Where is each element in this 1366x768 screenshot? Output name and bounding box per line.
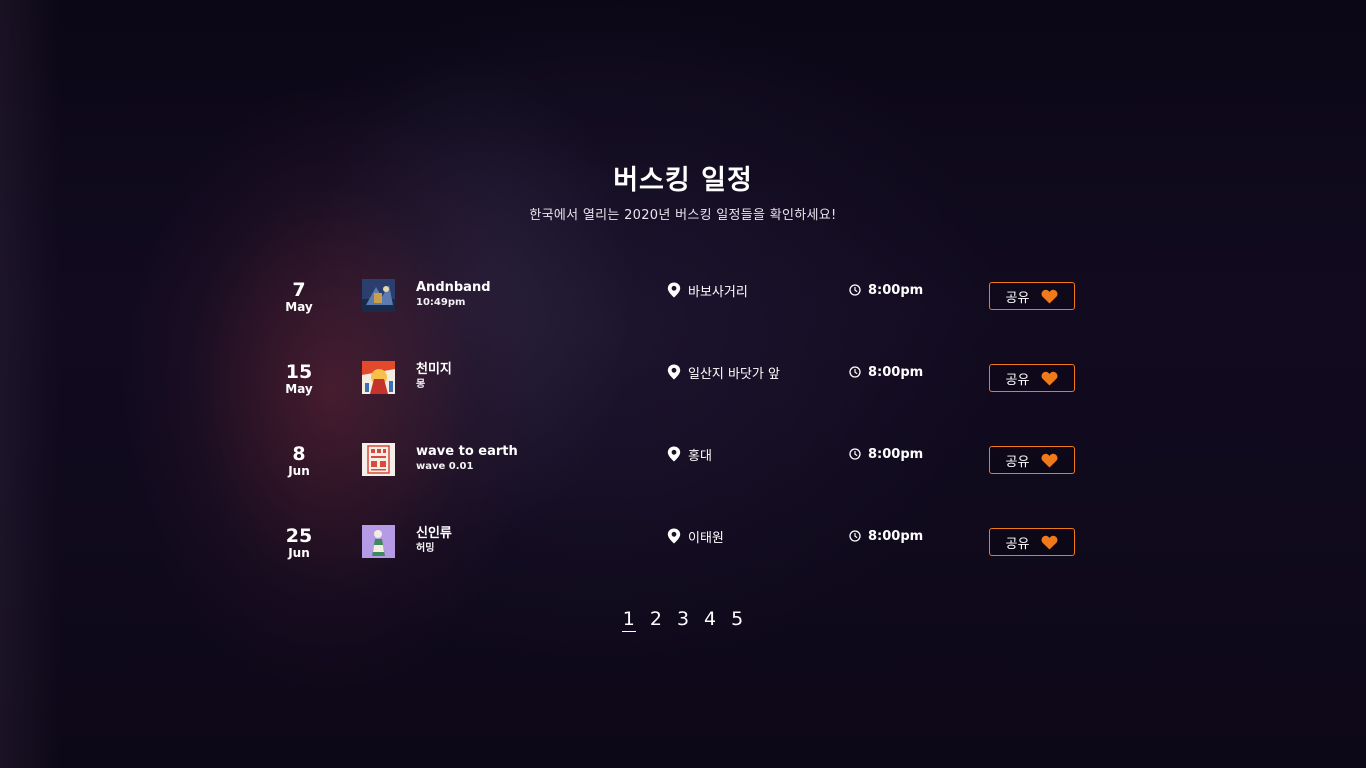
album-art-icon bbox=[362, 279, 395, 312]
event-time: 8:00pm bbox=[849, 526, 923, 546]
page-link-3[interactable]: 3 bbox=[676, 608, 690, 631]
page-link-1[interactable]: 1 bbox=[621, 608, 636, 632]
location-pin-icon bbox=[667, 446, 681, 462]
event-month: Jun bbox=[288, 546, 310, 560]
event-row: 15 May 천미지 몽 일산지 바닷가 앞 8:00pm 공유 bbox=[0, 361, 1366, 422]
event-time: 8:00pm bbox=[849, 280, 923, 300]
event-month: Jun bbox=[288, 464, 310, 478]
share-label: 공유 bbox=[1005, 536, 1030, 552]
time-label: 8:00pm bbox=[868, 446, 924, 462]
event-location: 이태원 bbox=[667, 526, 724, 546]
song-title: 허밍 bbox=[416, 543, 435, 554]
heart-icon bbox=[1041, 289, 1058, 303]
artist-name: Andnband bbox=[416, 280, 491, 295]
event-month: May bbox=[285, 382, 313, 396]
song-title: wave 0.01 bbox=[416, 461, 474, 472]
clock-icon bbox=[849, 366, 861, 378]
event-date: 8 Jun bbox=[268, 444, 330, 478]
location-pin-icon bbox=[667, 528, 681, 544]
event-date: 15 May bbox=[268, 362, 330, 396]
location-label: 일산지 바닷가 앞 bbox=[688, 366, 780, 382]
album-art-icon bbox=[362, 525, 395, 558]
event-day: 7 bbox=[292, 279, 306, 301]
event-row: 7 May Andnband 10:49pm 바보사거리 8:00pm 공유 bbox=[0, 279, 1366, 340]
artist-name: 천미지 bbox=[416, 362, 452, 377]
share-button[interactable]: 공유 bbox=[989, 446, 1075, 474]
heart-icon bbox=[1041, 371, 1058, 385]
share-label: 공유 bbox=[1005, 372, 1030, 388]
time-label: 8:00pm bbox=[868, 282, 924, 298]
album-art-icon bbox=[362, 361, 395, 394]
page-link-2[interactable]: 2 bbox=[649, 608, 663, 631]
location-label: 홍대 bbox=[688, 448, 712, 464]
event-row: 8 Jun wave to earth wave 0.01 홍대 8:00pm … bbox=[0, 443, 1366, 504]
page-title: 버스킹 일정 bbox=[613, 165, 753, 196]
event-date: 7 May bbox=[268, 280, 330, 314]
heart-icon bbox=[1041, 535, 1058, 549]
event-day: 15 bbox=[285, 361, 313, 383]
page-subtitle: 한국에서 열리는 2020년 버스킹 일정들을 확인하세요! bbox=[529, 208, 837, 223]
location-label: 바보사거리 bbox=[688, 284, 748, 300]
song-title: 몽 bbox=[416, 379, 426, 390]
song-title: 10:49pm bbox=[416, 297, 466, 308]
album-art-icon bbox=[362, 443, 395, 476]
clock-icon bbox=[849, 284, 861, 296]
clock-icon bbox=[849, 530, 861, 542]
schedule-section: 버스킹 일정 한국에서 열리는 2020년 버스킹 일정들을 확인하세요! 7 … bbox=[0, 0, 1366, 768]
event-location: 일산지 바닷가 앞 bbox=[667, 362, 780, 382]
share-button[interactable]: 공유 bbox=[989, 364, 1075, 392]
artist-name: 신인류 bbox=[416, 526, 452, 541]
share-button[interactable]: 공유 bbox=[989, 282, 1075, 310]
share-label: 공유 bbox=[1005, 290, 1030, 306]
event-day: 8 bbox=[292, 443, 306, 465]
event-location: 홍대 bbox=[667, 444, 712, 464]
event-row: 25 Jun 신인류 허밍 이태원 8:00pm 공유 bbox=[0, 525, 1366, 586]
share-label: 공유 bbox=[1005, 454, 1030, 470]
event-day: 25 bbox=[285, 525, 313, 547]
location-label: 이태원 bbox=[688, 530, 724, 546]
pagination: 1 2 3 4 5 bbox=[0, 608, 1366, 632]
location-pin-icon bbox=[667, 282, 681, 298]
time-label: 8:00pm bbox=[868, 364, 924, 380]
event-month: May bbox=[285, 300, 313, 314]
share-button[interactable]: 공유 bbox=[989, 528, 1075, 556]
location-pin-icon bbox=[667, 364, 681, 380]
clock-icon bbox=[849, 448, 861, 460]
event-time: 8:00pm bbox=[849, 362, 923, 382]
time-label: 8:00pm bbox=[868, 528, 924, 544]
artist-name: wave to earth bbox=[416, 444, 518, 459]
heart-icon bbox=[1041, 453, 1058, 467]
page-link-5[interactable]: 5 bbox=[730, 608, 744, 631]
event-date: 25 Jun bbox=[268, 526, 330, 560]
page-link-4[interactable]: 4 bbox=[703, 608, 717, 631]
event-location: 바보사거리 bbox=[667, 280, 748, 300]
event-time: 8:00pm bbox=[849, 444, 923, 464]
